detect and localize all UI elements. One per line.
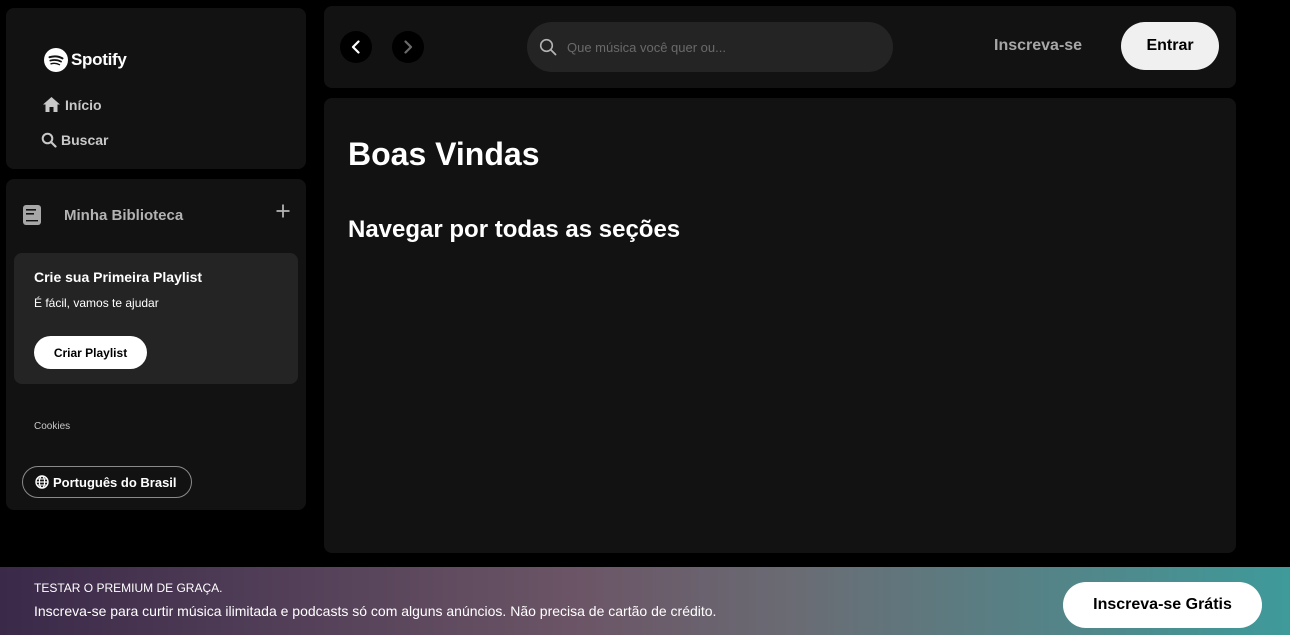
chevron-right-icon	[404, 40, 413, 54]
create-playlist-card: Crie sua Primeira Playlist É fácil, vamo…	[14, 253, 298, 384]
signup-link[interactable]: Inscreva-se	[994, 37, 1082, 55]
main-content: Boas Vindas Navegar por todas as seções	[324, 98, 1236, 553]
section-title: Navegar por todas as seções	[348, 216, 681, 243]
library-title[interactable]: Minha Biblioteca	[64, 207, 183, 224]
create-playlist-subtitle: É fácil, vamos te ajudar	[34, 296, 159, 310]
forward-button[interactable]	[392, 31, 424, 63]
search-icon	[41, 132, 57, 148]
search-input[interactable]	[565, 38, 865, 56]
signup-free-button[interactable]: Inscreva-se Grátis	[1063, 582, 1262, 628]
login-button[interactable]: Entrar	[1121, 22, 1219, 70]
create-playlist-title: Crie sua Primeira Playlist	[34, 269, 203, 285]
library-panel: Minha Biblioteca Crie sua Primeira Playl…	[6, 179, 306, 510]
sidebar-nav-panel: Spotify Início Buscar	[6, 8, 306, 169]
nav-item-home[interactable]: Início	[42, 96, 102, 113]
language-button[interactable]: Português do Brasil	[22, 466, 192, 498]
nav-item-search[interactable]: Buscar	[41, 132, 108, 148]
plus-icon[interactable]	[276, 204, 290, 218]
library-icon[interactable]	[22, 204, 42, 226]
back-button[interactable]	[340, 31, 372, 63]
premium-banner[interactable]: TESTAR O PREMIUM DE GRAÇA. Inscreva-se p…	[0, 567, 1290, 635]
spotify-icon	[44, 48, 68, 72]
chevron-left-icon	[351, 40, 360, 54]
banner-text: Inscreva-se para curtir música ilimitada…	[34, 603, 717, 619]
nav-item-home-label: Início	[65, 96, 102, 113]
banner-kicker: TESTAR O PREMIUM DE GRAÇA.	[34, 581, 223, 595]
cookies-link[interactable]: Cookies	[34, 421, 70, 432]
language-label: Português do Brasil	[53, 474, 177, 490]
page-title: Boas Vindas	[348, 136, 540, 172]
search-icon	[539, 38, 557, 56]
home-icon	[43, 97, 60, 112]
create-playlist-button[interactable]: Criar Playlist	[34, 336, 147, 369]
globe-icon	[35, 475, 49, 489]
spotify-logo[interactable]: Spotify	[44, 48, 127, 72]
spotify-wordmark: Spotify	[71, 50, 127, 69]
top-bar: Inscreva-se Entrar	[324, 6, 1236, 88]
nav-item-search-label: Buscar	[61, 132, 109, 148]
search-bar[interactable]	[527, 22, 893, 72]
library-header: Minha Biblioteca	[22, 203, 290, 227]
